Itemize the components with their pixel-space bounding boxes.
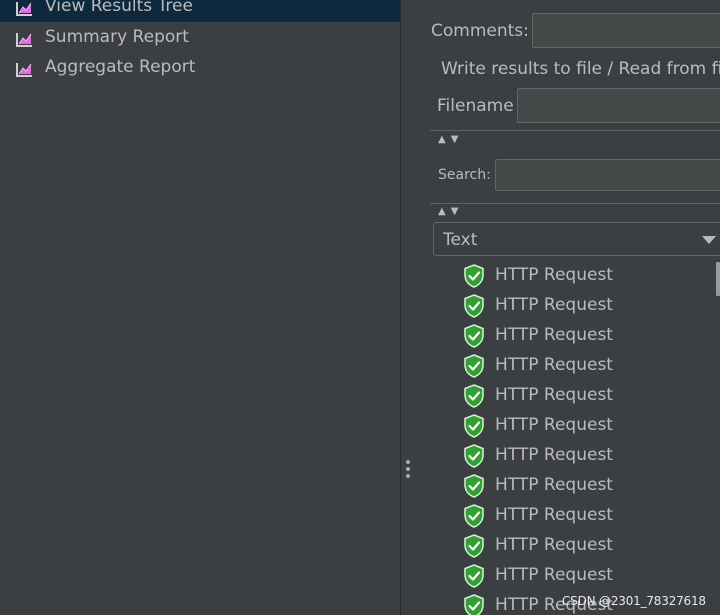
success-shield-icon <box>464 474 484 498</box>
collapse-up-icon[interactable]: ▲ <box>438 135 446 145</box>
tree-item-view-results-tree[interactable]: View Results Tree <box>0 0 400 22</box>
results-tree: HTTP Request HTTP Request HTTP Request HTTP… <box>415 262 720 615</box>
file-group-title: Write results to file / Read from file <box>441 59 720 79</box>
chevron-down-icon[interactable] <box>702 236 716 244</box>
chart-listener-icon <box>16 2 32 16</box>
renderer-select[interactable]: Text <box>433 222 720 256</box>
result-label: HTTP Request <box>495 355 613 375</box>
divider <box>430 130 720 131</box>
result-label: HTTP Request <box>495 415 613 435</box>
expand-down-icon[interactable]: ▼ <box>451 207 459 217</box>
drag-handle-icon[interactable] <box>406 460 410 481</box>
test-plan-tree: View Results Tree Summary Report Aggrega… <box>0 0 400 615</box>
success-shield-icon <box>464 594 484 615</box>
tree-item-label: View Results Tree <box>45 0 193 16</box>
panel-splitter[interactable] <box>400 0 414 615</box>
result-label: HTTP Request <box>495 325 613 345</box>
success-shield-icon <box>464 564 484 588</box>
listener-config-panel: Comments: Write results to file / Read f… <box>415 0 720 615</box>
filename-label: Filename <box>437 96 514 116</box>
success-shield-icon <box>464 264 484 288</box>
comments-label: Comments: <box>431 21 529 41</box>
collapse-up-icon[interactable]: ▲ <box>438 207 446 217</box>
search-input[interactable] <box>495 159 720 191</box>
filename-field[interactable] <box>517 88 720 123</box>
result-label: HTTP Request <box>495 505 613 525</box>
success-shield-icon <box>464 444 484 468</box>
success-shield-icon <box>464 534 484 558</box>
divider <box>430 203 720 204</box>
result-label: HTTP Request <box>495 535 613 555</box>
success-shield-icon <box>464 324 484 348</box>
success-shield-icon <box>464 354 484 378</box>
expand-down-icon[interactable]: ▼ <box>451 135 459 145</box>
success-shield-icon <box>464 414 484 438</box>
result-label: HTTP Request <box>495 445 613 465</box>
chart-listener-icon <box>16 33 32 47</box>
scrollbar-thumb[interactable] <box>716 262 720 296</box>
success-shield-icon <box>464 384 484 408</box>
result-label: HTTP Request <box>495 295 613 315</box>
result-label: HTTP Request <box>495 565 613 585</box>
chart-listener-icon <box>16 63 32 77</box>
success-shield-icon <box>464 504 484 528</box>
tree-item-label: Aggregate Report <box>45 57 196 77</box>
result-label: HTTP Request <box>495 385 613 405</box>
tree-item-summary-report[interactable]: Summary Report <box>0 23 400 53</box>
watermark-text: CSDN @2301_78327618 <box>562 594 706 608</box>
result-label: HTTP Request <box>495 265 613 285</box>
success-shield-icon <box>464 294 484 318</box>
collapse-controls[interactable]: ▲ ▼ <box>438 135 458 145</box>
result-label: HTTP Request <box>495 475 613 495</box>
tree-item-aggregate-report[interactable]: Aggregate Report <box>0 53 400 83</box>
jmeter-window: View Results Tree Summary Report Aggrega… <box>0 0 720 615</box>
search-label: Search: <box>438 167 491 183</box>
tree-item-label: Summary Report <box>45 27 189 47</box>
collapse-controls[interactable]: ▲ ▼ <box>438 207 458 217</box>
renderer-selected-value: Text <box>443 230 478 250</box>
comments-field[interactable] <box>532 13 720 48</box>
